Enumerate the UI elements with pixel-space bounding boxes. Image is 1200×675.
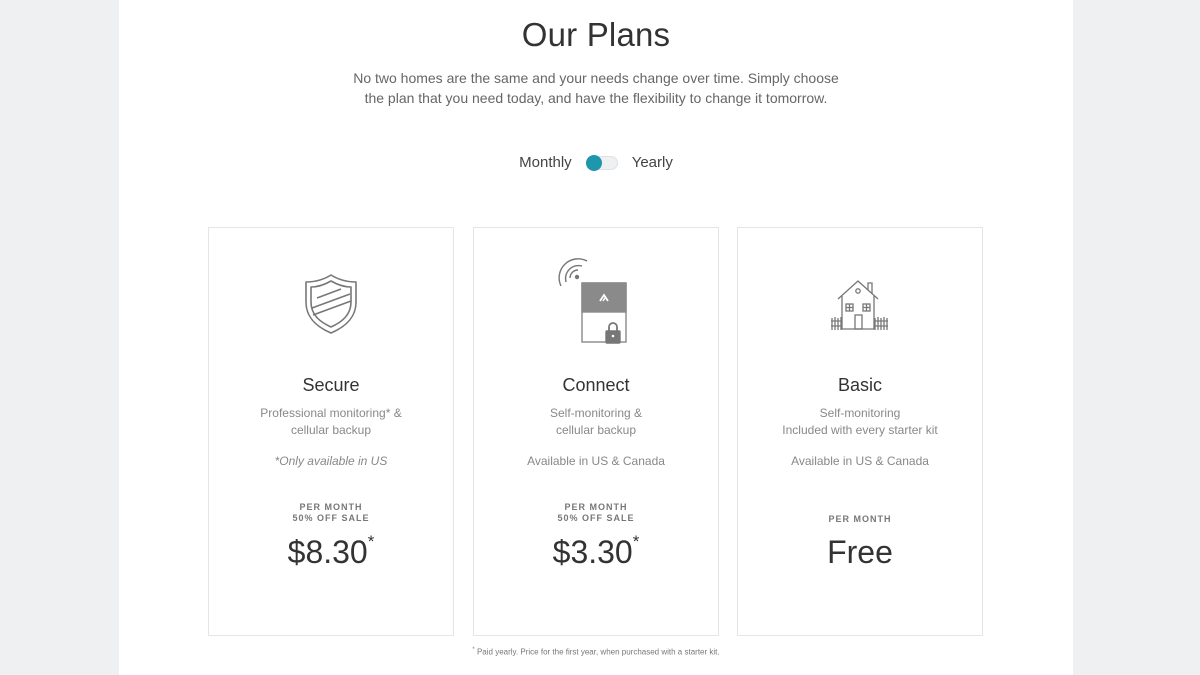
footnote-text: Paid yearly. Price for the first year, w… <box>474 647 720 657</box>
price-period-label: PER MONTH <box>828 514 892 524</box>
price-period-label: PER MONTH <box>299 502 363 512</box>
plan-availability: Available in US & Canada <box>791 454 929 468</box>
plan-name: Secure <box>302 375 360 395</box>
hub-lock-icon <box>474 258 718 350</box>
shield-icon <box>209 258 453 350</box>
house-icon <box>738 258 982 350</box>
plan-description-line-2: cellular backup <box>555 422 637 437</box>
plan-description-line-1: Professional monitoring* & <box>260 406 402 420</box>
plan-description-line-1: Self-monitoring & <box>549 406 643 420</box>
plan-card-basic[interactable]: Basic Self-monitoring Included with ever… <box>737 227 983 636</box>
page-subtitle: No two homes are the same and your needs… <box>119 68 1073 108</box>
monthly-label[interactable]: Monthly <box>519 154 572 171</box>
plan-card-connect[interactable]: Connect Self-monitoring & cellular backu… <box>473 227 719 636</box>
price-footnote: * Paid yearly. Price for the first year,… <box>119 647 1073 657</box>
page-title: Our Plans <box>521 16 671 53</box>
sale-label: 50% OFF SALE <box>557 513 635 523</box>
plan-price: $3.30* <box>474 532 718 571</box>
plan-name: Connect <box>562 375 630 395</box>
plan-price: Free <box>738 534 982 571</box>
yearly-label[interactable]: Yearly <box>632 154 673 171</box>
plan-price: $8.30* <box>209 532 453 571</box>
billing-toggle-switch[interactable] <box>585 154 618 171</box>
price-value: $3.30 <box>552 534 633 570</box>
price-footnote-mark: * <box>367 532 375 551</box>
subtitle-line-2: the plan that you need today, and have t… <box>364 90 828 106</box>
plan-description-line-2: cellular backup <box>290 422 372 437</box>
sale-label: 50% OFF SALE <box>292 513 370 523</box>
price-period: PER MONTH <box>738 514 982 525</box>
plan-description-line-1: Self-monitoring <box>819 406 901 420</box>
price-footnote-mark: * <box>632 532 640 551</box>
price-period: PER MONTH 50% OFF SALE <box>209 502 453 524</box>
plan-description: Self-monitoring & cellular backup <box>474 405 718 438</box>
plan-availability: *Only available in US <box>274 454 388 468</box>
price-value: $8.30 <box>287 534 368 570</box>
plan-description-line-2: Included with every starter kit <box>782 422 938 437</box>
plan-description: Professional monitoring* & cellular back… <box>209 405 453 438</box>
plan-availability: Available in US & Canada <box>527 454 665 468</box>
plan-card-secure[interactable]: Secure Professional monitoring* & cellul… <box>208 227 454 636</box>
plan-description: Self-monitoring Included with every star… <box>738 405 982 438</box>
toggle-knob <box>585 154 602 171</box>
plans-page: Our Plans No two homes are the same and … <box>119 0 1073 675</box>
price-period: PER MONTH 50% OFF SALE <box>474 502 718 524</box>
price-period-label: PER MONTH <box>564 502 628 512</box>
plan-name: Basic <box>837 375 882 395</box>
subtitle-line-1: No two homes are the same and your needs… <box>353 70 839 86</box>
price-value: Free <box>827 534 893 570</box>
billing-toggle-row: Monthly Yearly <box>119 154 1073 171</box>
